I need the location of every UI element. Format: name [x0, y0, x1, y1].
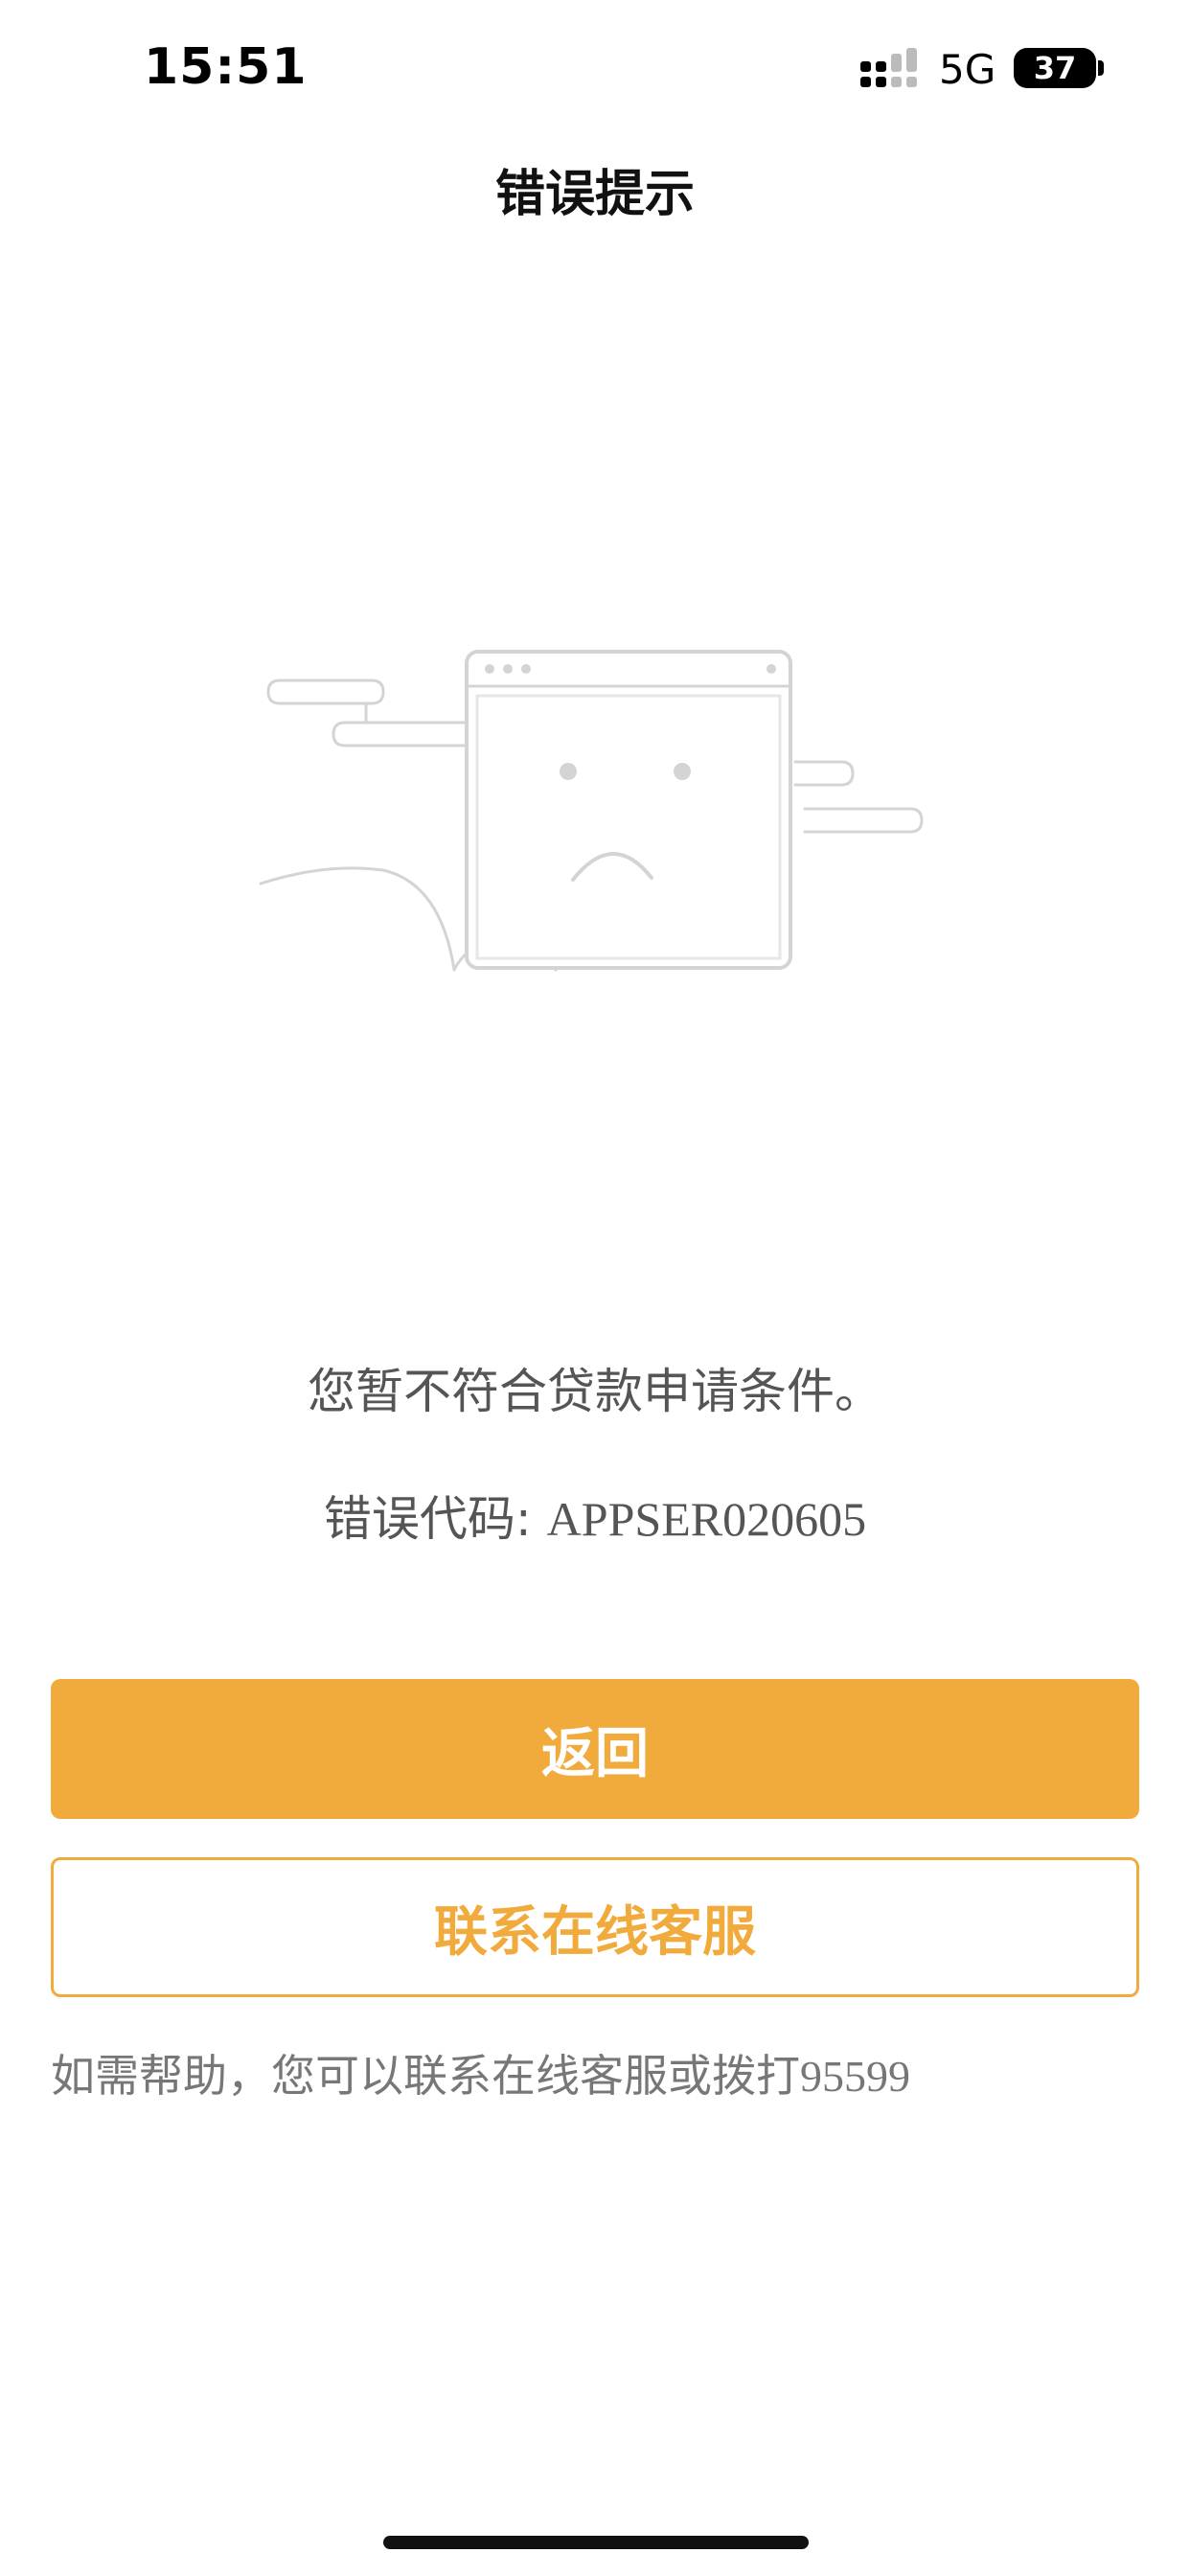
back-button[interactable]: 返回 — [51, 1679, 1139, 1819]
status-bar: 15:51 5G 37 — [0, 0, 1190, 134]
error-code-row: 错误代码: APPSER020605 — [0, 1481, 1190, 1550]
help-text-body: 如需帮助，您可以联系在线客服或拨打 — [51, 2050, 800, 2102]
network-type: 5G — [939, 46, 996, 93]
page-title: 错误提示 — [494, 166, 695, 223]
sad-browser-window-icon — [259, 650, 924, 972]
help-text: 如需帮助，您可以联系在线客服或拨打95599 — [51, 2041, 910, 2104]
error-code: APPSER020605 — [546, 1492, 867, 1546]
contact-customer-service-button[interactable]: 联系在线客服 — [51, 1857, 1139, 1997]
home-indicator[interactable] — [383, 2536, 809, 2549]
error-code-label: 错误代码: — [323, 1491, 547, 1547]
battery-level: 37 — [1033, 50, 1077, 86]
battery-icon: 37 — [1014, 48, 1096, 88]
battery-tip — [1098, 60, 1104, 76]
status-time: 15:51 — [144, 38, 308, 96]
error-message: 您暂不符合贷款申请条件。 — [308, 1364, 882, 1419]
cellular-signal-icon — [860, 48, 917, 87]
phone-number[interactable]: 95599 — [800, 2052, 910, 2101]
